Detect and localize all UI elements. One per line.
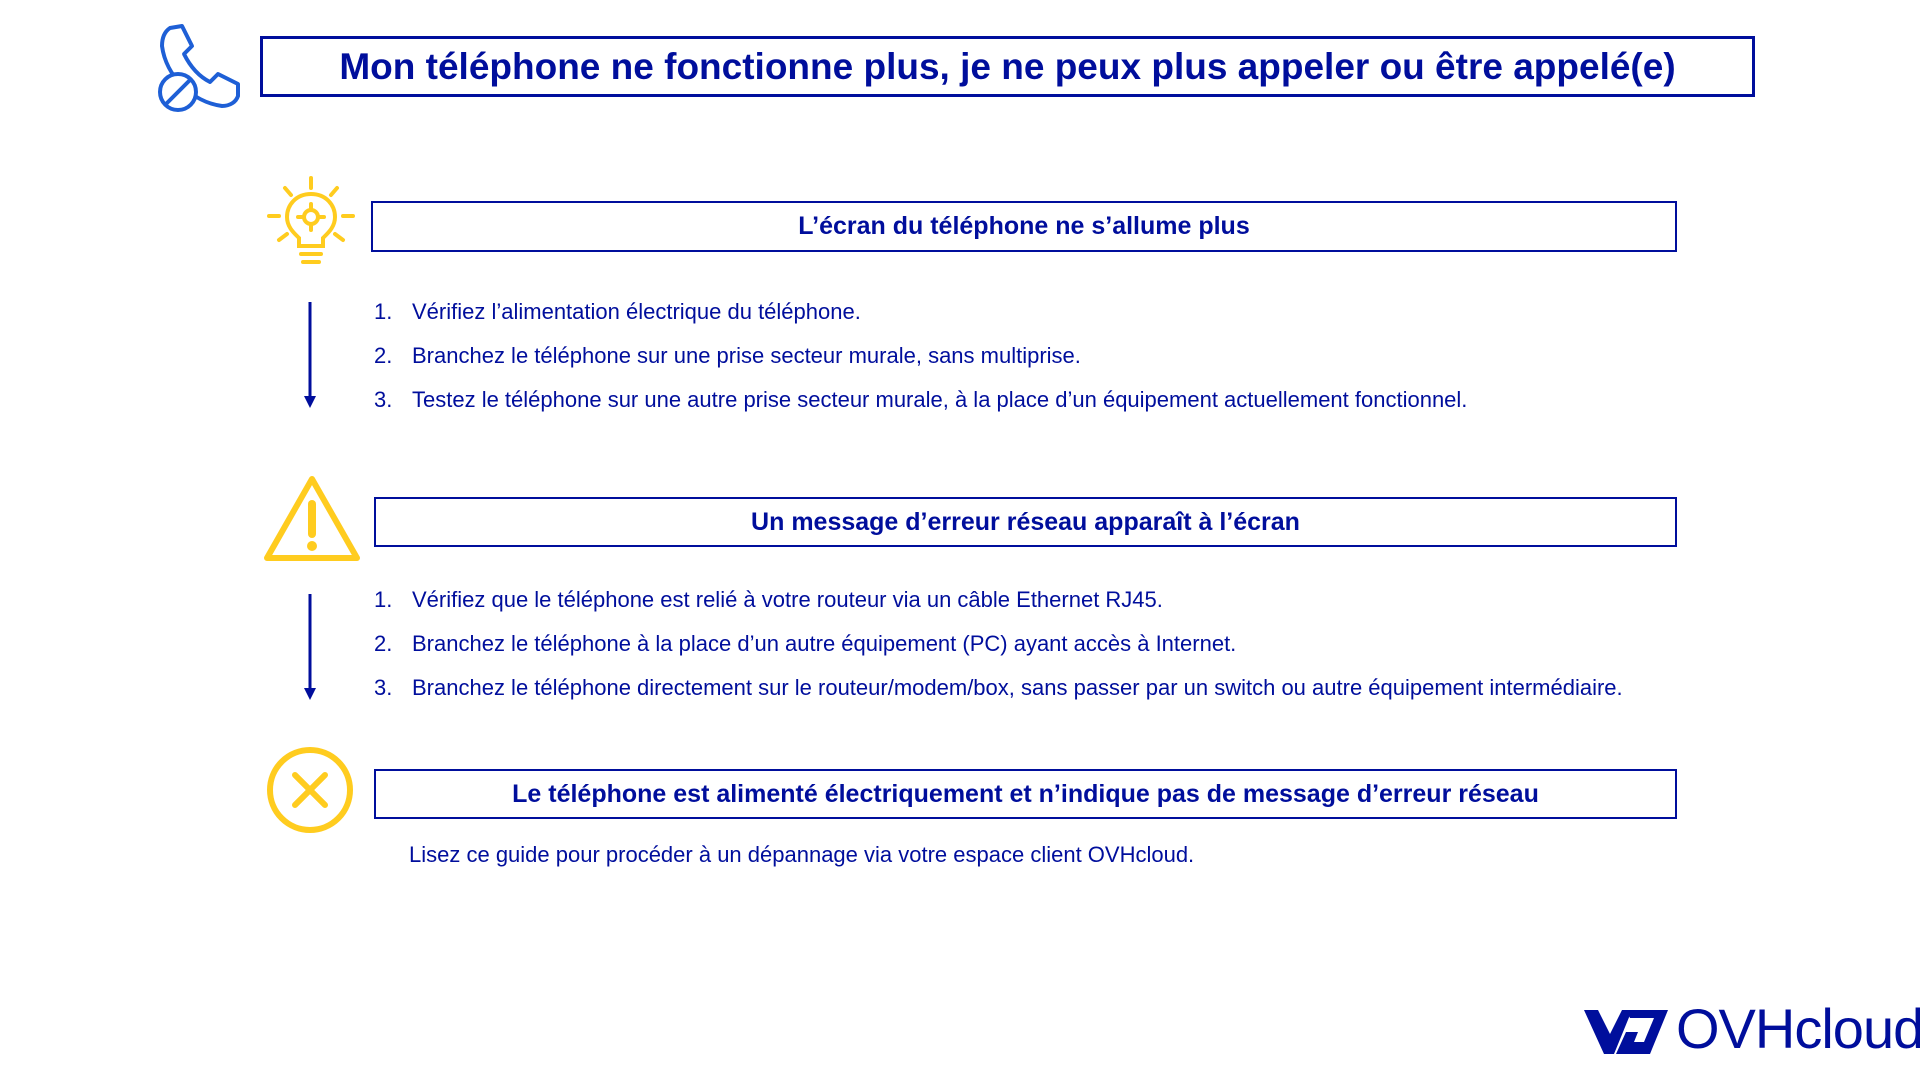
list-item: 2. Branchez le téléphone à la place d’un … (374, 631, 1237, 656)
close-circle-icon (267, 747, 353, 833)
page-title: Mon téléphone ne fonctionne plus, je ne … (260, 36, 1755, 97)
section-3-title: Le téléphone est alimenté électriquement… (374, 769, 1677, 819)
list-item: 3. Branchez le téléphone directement sur … (374, 675, 1623, 700)
section-2-steps: 1. Vérifiez que le téléphone est relié à … (374, 578, 1623, 710)
lightbulb-icon (267, 176, 355, 264)
list-item: 1. Vérifiez que le téléphone est relié à … (374, 587, 1163, 612)
guide-note: Lisez ce guide pour procéder à un dépann… (409, 842, 1195, 867)
section-1-steps: 1. Vérifiez l’alimentation électrique du … (374, 290, 1467, 422)
phone-off-icon (158, 24, 240, 112)
section-2-title: Un message d’erreur réseau apparaît à l’… (374, 497, 1677, 547)
section-1-title: L’écran du téléphone ne s’allume plus (371, 201, 1677, 252)
ovhcloud-logo-icon (1584, 1010, 1668, 1054)
ovhcloud-logo-text: OVHcloud (1676, 997, 1920, 1060)
list-item: 1. Vérifiez l’alimentation électrique du … (374, 299, 861, 324)
list-item: 3. Testez le téléphone sur une autre pris… (374, 387, 1468, 412)
list-item: 2. Branchez le téléphone sur une prise se… (374, 343, 1081, 368)
arrow-down-icon (304, 302, 316, 408)
warning-icon (264, 476, 360, 561)
arrow-down-icon (304, 594, 316, 700)
